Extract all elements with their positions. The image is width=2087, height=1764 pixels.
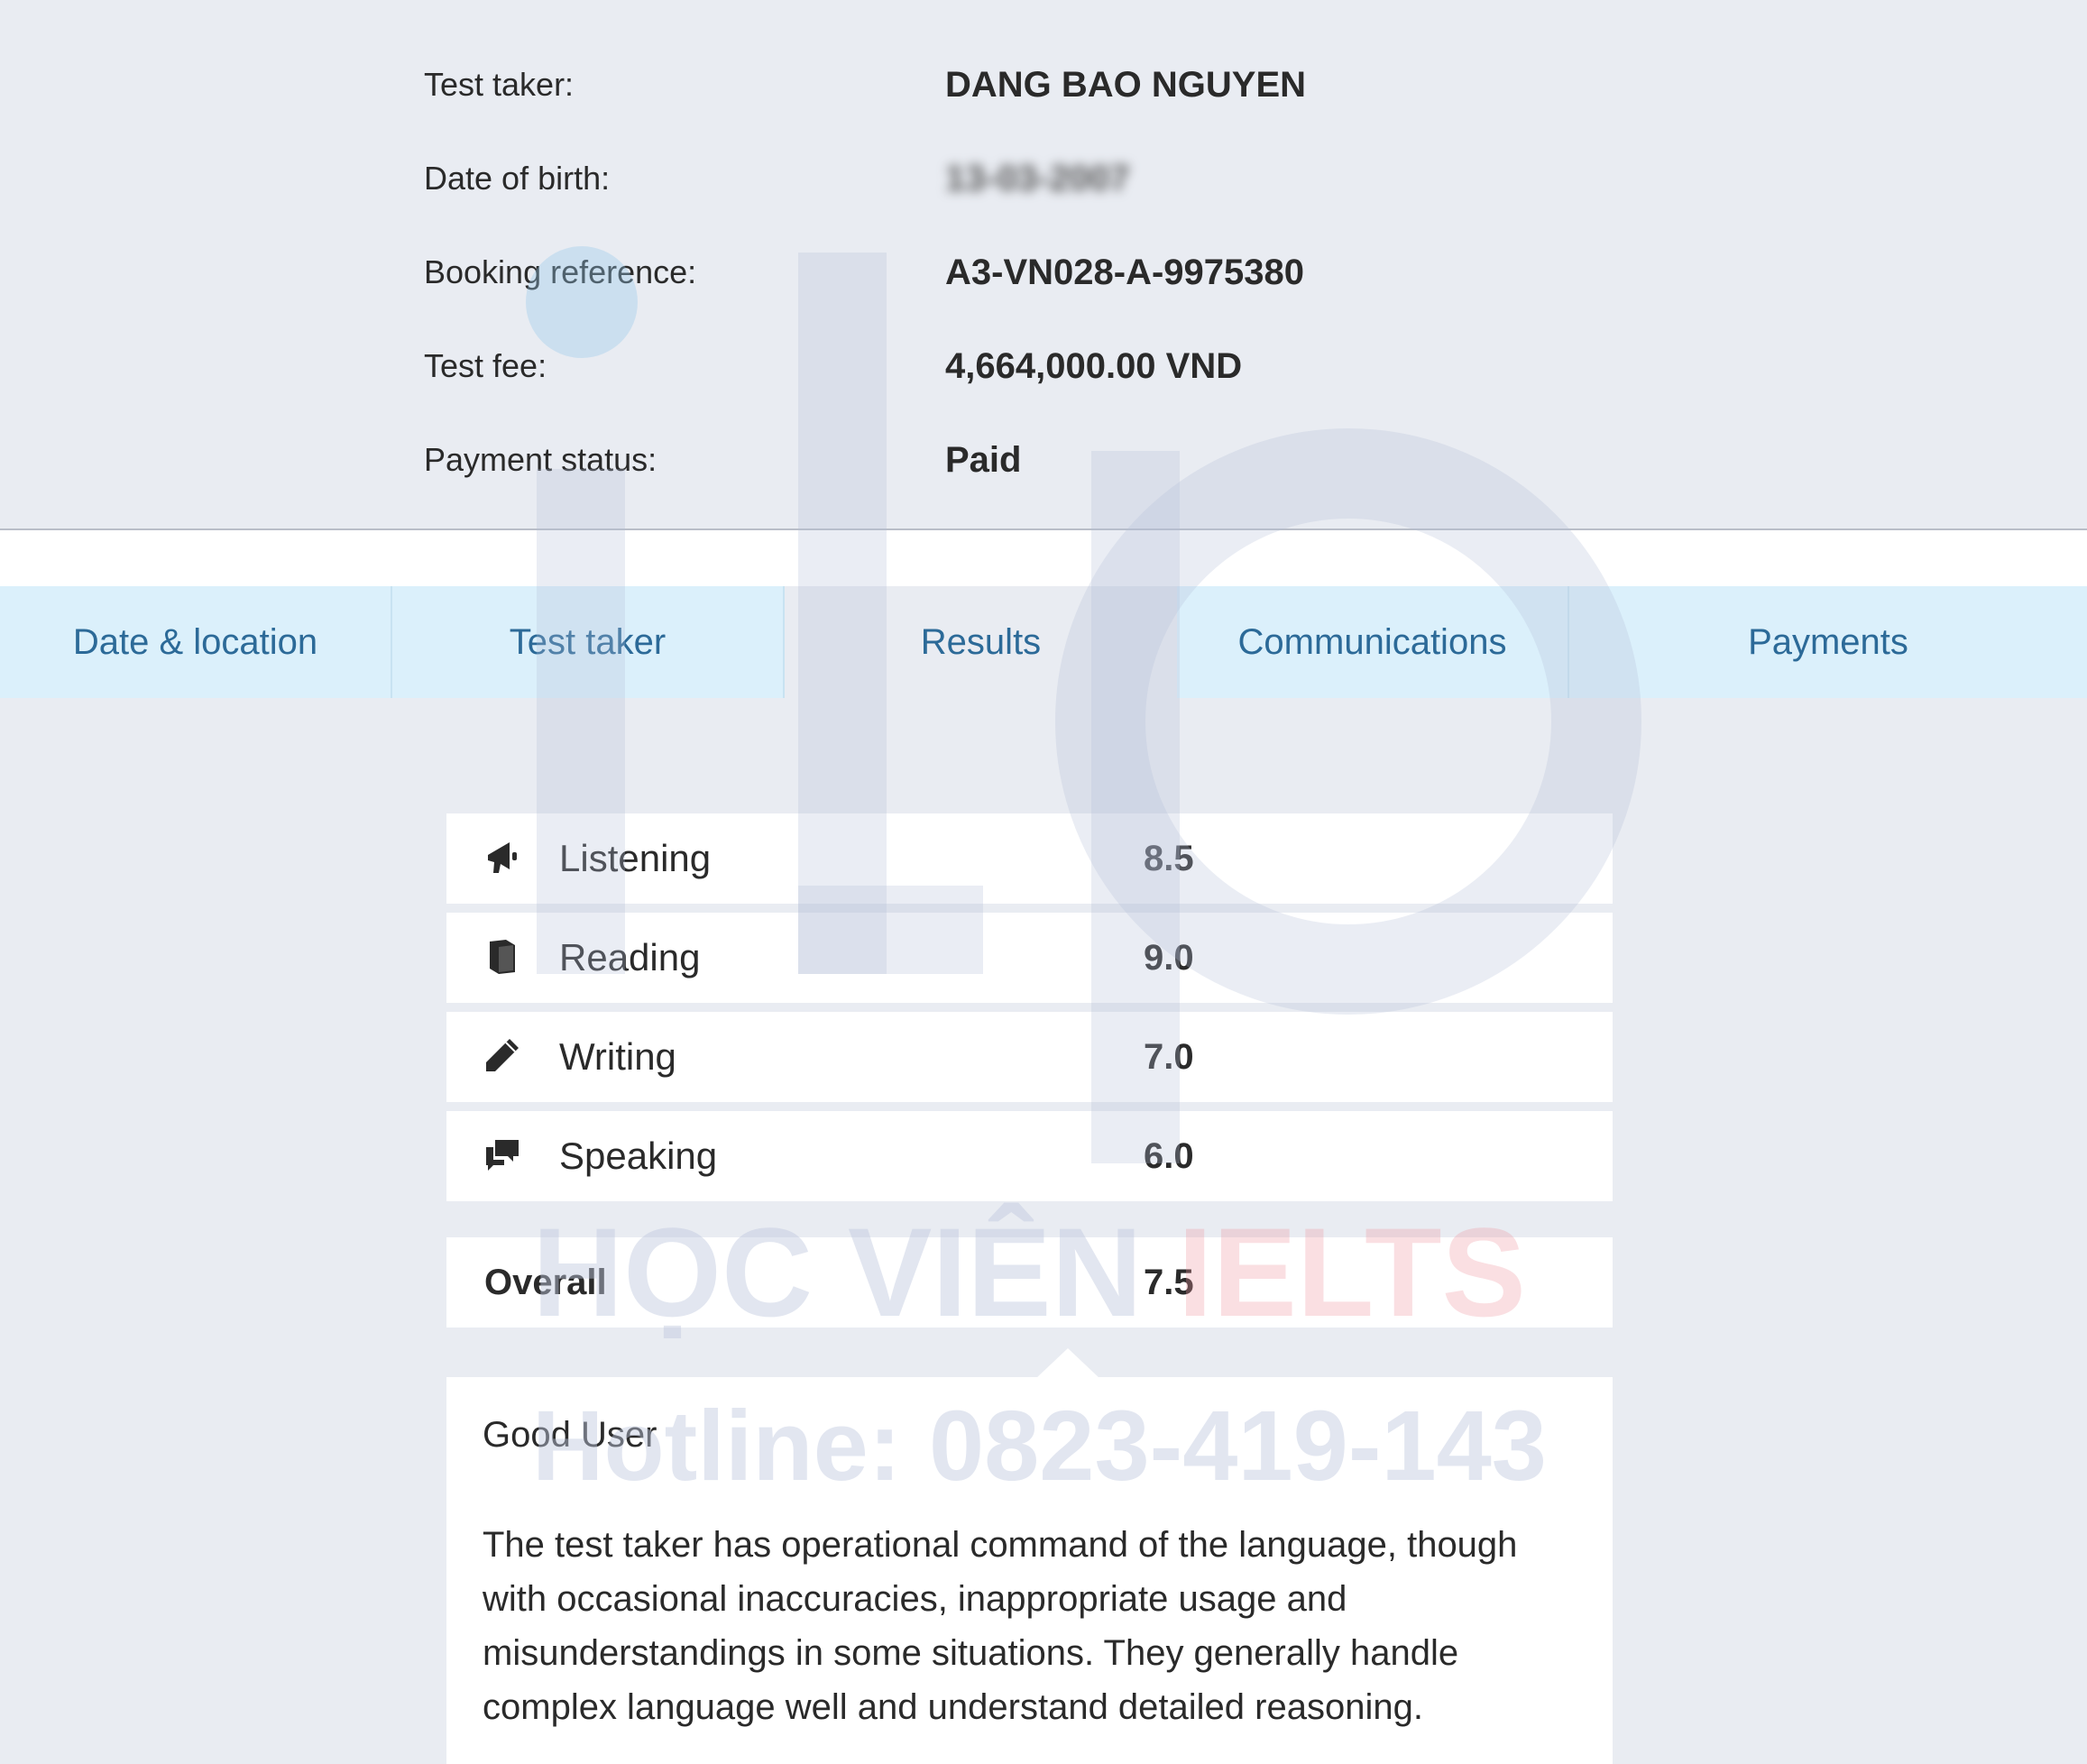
summary-row-test-taker: Test taker: DANG BAO NGUYEN — [0, 49, 2087, 121]
tab-date-location[interactable]: Date & location — [0, 586, 392, 698]
test-fee-label: Test fee: — [424, 347, 547, 384]
overall-band: 7.5 — [1144, 1263, 1194, 1302]
speaking-band: 6.0 — [1144, 1136, 1194, 1176]
summary-row-test-fee: Test fee: 4,664,000.00 VND — [0, 330, 2087, 402]
summary-row-booking-reference: Booking reference: A3-VN028-A-9975380 — [0, 236, 2087, 308]
writing-band: 7.0 — [1144, 1037, 1194, 1077]
score-row-listening: Listening 8.5 — [446, 813, 1613, 904]
score-row-speaking: Speaking 6.0 — [446, 1111, 1613, 1201]
test-taker-value: DANG BAO NGUYEN — [945, 65, 1307, 105]
listening-band: 8.5 — [1144, 839, 1194, 878]
booking-reference-value: A3-VN028-A-9975380 — [945, 253, 1305, 292]
score-row-reading: Reading 9.0 — [446, 913, 1613, 1003]
tab-results[interactable]: Results — [785, 586, 1177, 698]
book-icon — [490, 940, 515, 974]
overall-label: Overall — [484, 1263, 607, 1302]
pencil-icon — [486, 1039, 519, 1071]
tab-bar-spacer — [0, 530, 2087, 586]
score-row-writing: Writing 7.0 — [446, 1012, 1613, 1102]
tab-communications[interactable]: Communications — [1177, 586, 1569, 698]
summary-row-date-of-birth: Date of birth: 13-03-2007 — [0, 142, 2087, 215]
band-descriptor-title: Good User — [483, 1415, 657, 1455]
booking-reference-label: Booking reference: — [424, 253, 697, 290]
speaking-label: Speaking — [559, 1135, 718, 1177]
booking-summary: Test taker: DANG BAO NGUYEN Date of birt… — [0, 0, 2087, 530]
band-descriptor-text: The test taker has operational command o… — [483, 1525, 1518, 1727]
summary-row-payment-status: Payment status: Paid — [0, 424, 2087, 496]
speech-bubbles-icon — [486, 1140, 519, 1171]
date-of-birth-value: 13-03-2007 — [945, 159, 1130, 198]
booking-tabs: Date & location Test taker Results Commu… — [0, 586, 2087, 698]
tab-test-taker[interactable]: Test taker — [392, 586, 785, 698]
test-taker-label: Test taker: — [424, 66, 575, 103]
listening-label: Listening — [559, 837, 712, 879]
payment-status-value: Paid — [945, 440, 1022, 480]
test-fee-value: 4,664,000.00 VND — [945, 346, 1243, 386]
score-row-overall: Overall 7.5 — [446, 1237, 1613, 1328]
reading-band: 9.0 — [1144, 938, 1194, 978]
reading-label: Reading — [559, 936, 701, 978]
band-description-card: Good User The test taker has operational… — [446, 1377, 1613, 1764]
description-pointer — [1035, 1348, 1100, 1379]
megaphone-icon — [488, 842, 517, 873]
tab-payments[interactable]: Payments — [1569, 586, 2087, 698]
date-of-birth-label: Date of birth: — [424, 160, 611, 197]
payment-status-label: Payment status: — [424, 441, 657, 478]
writing-label: Writing — [559, 1035, 676, 1078]
